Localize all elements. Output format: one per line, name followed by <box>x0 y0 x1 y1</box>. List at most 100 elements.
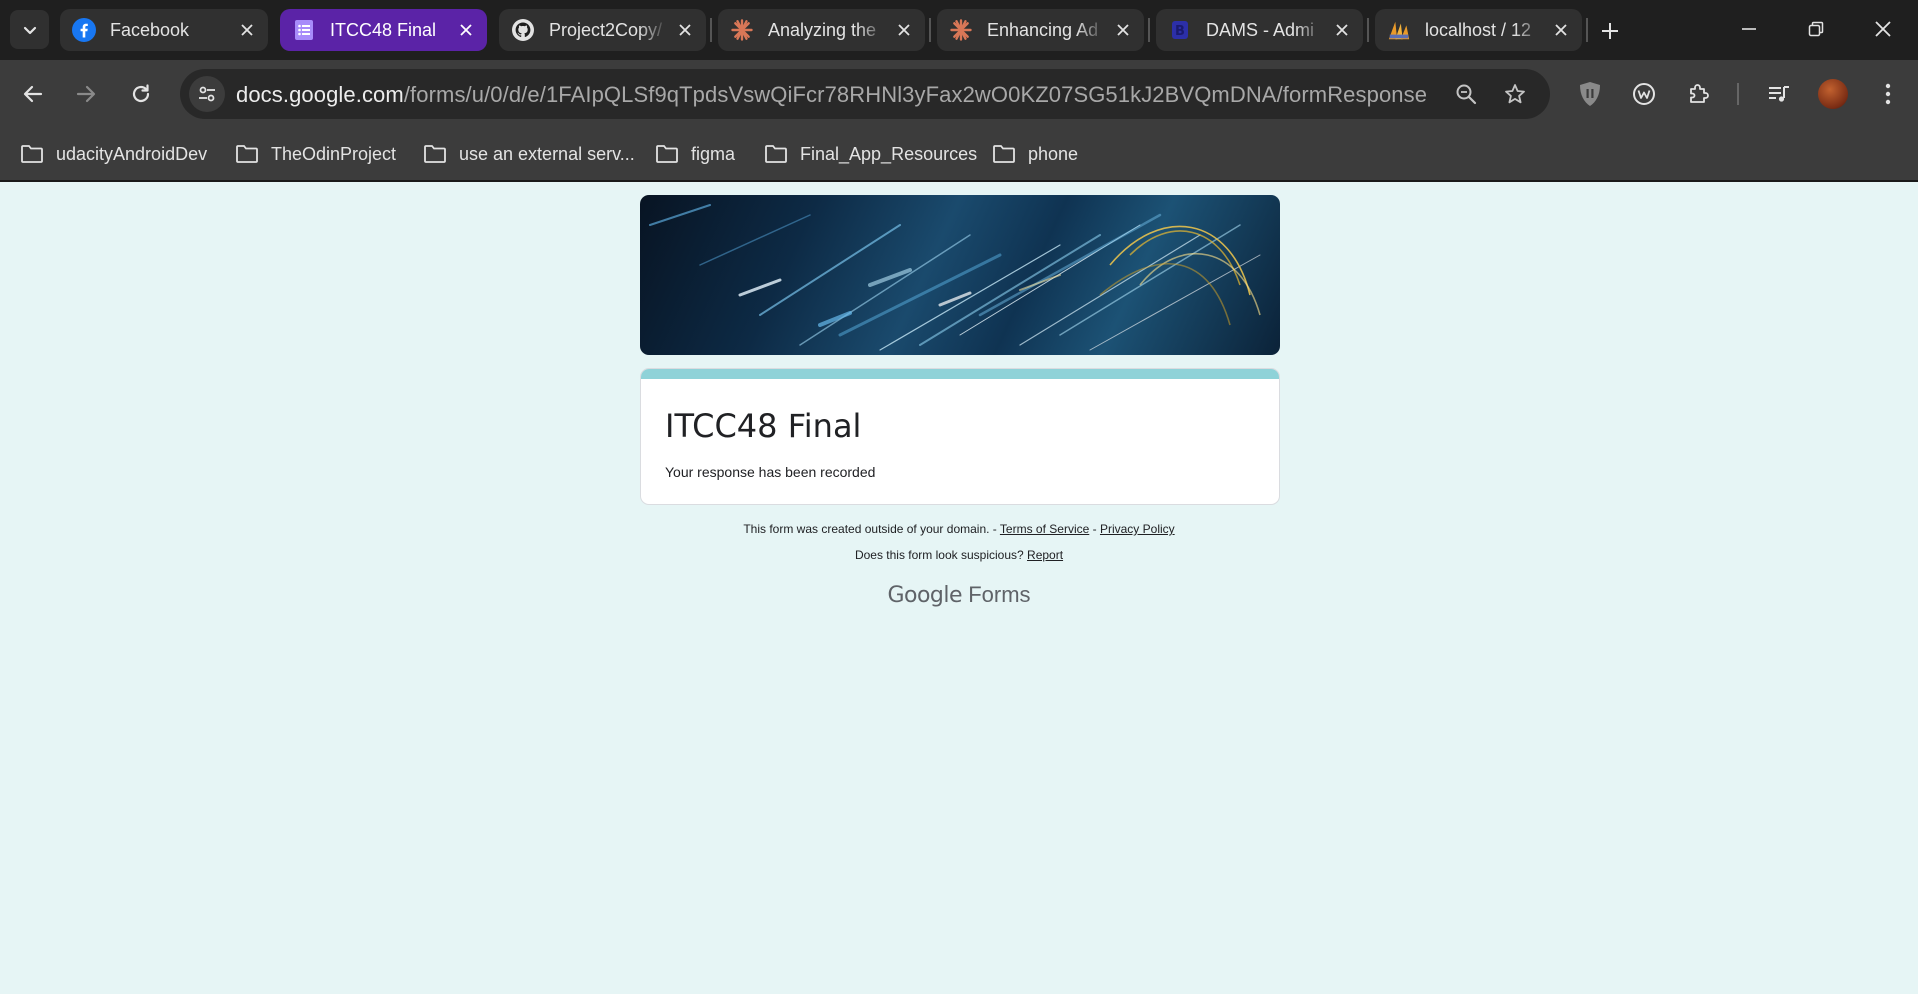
tab-separator <box>929 18 931 42</box>
tab-itcc48-final[interactable]: ITCC48 Final <box>280 9 487 51</box>
menu-button[interactable] <box>1870 76 1906 112</box>
back-button[interactable] <box>13 74 53 114</box>
close-icon[interactable] <box>236 19 258 41</box>
tab-localhost[interactable]: localhost / 12 <box>1375 9 1582 51</box>
extensions-button[interactable] <box>1681 76 1717 112</box>
browser-chrome: Facebook ITCC48 Final Project2Copy/ Anal… <box>0 0 1918 182</box>
suspicious-notice: Does this form look suspicious? Report <box>0 548 1918 562</box>
suspicious-text: Does this form look suspicious? <box>854 548 1024 562</box>
plus-icon <box>1602 23 1618 39</box>
tab-enhancing[interactable]: Enhancing Ad <box>937 9 1144 51</box>
zoom-out-icon <box>1456 84 1477 105</box>
terms-of-service-link[interactable]: Terms of Service <box>1000 522 1089 536</box>
footer-separator: - <box>1092 522 1097 536</box>
reload-button[interactable] <box>121 74 161 114</box>
star-icon <box>1505 84 1525 104</box>
tab-strip: Facebook ITCC48 Final Project2Copy/ Anal… <box>0 0 1918 60</box>
phpmyadmin-icon <box>1387 18 1411 42</box>
forms-wordmark: Forms <box>968 582 1031 607</box>
folder-icon <box>235 144 259 164</box>
zoom-button[interactable] <box>1452 80 1480 108</box>
report-link[interactable]: Report <box>1027 548 1063 562</box>
form-title: ITCC48 Final <box>665 407 862 445</box>
close-icon <box>1875 21 1891 37</box>
media-controls-button[interactable] <box>1761 76 1797 112</box>
bookmark-label: phone <box>1028 143 1079 164</box>
facebook-icon <box>72 18 96 42</box>
bookmark-label: use an external serv... <box>459 143 635 164</box>
domain-notice: This form was created outside of your do… <box>0 522 1918 536</box>
svg-text:B: B <box>1175 24 1185 39</box>
tab-separator <box>710 18 712 42</box>
close-icon[interactable] <box>1331 19 1353 41</box>
form-header-image <box>640 195 1280 355</box>
site-info-button[interactable] <box>189 76 225 112</box>
folder-icon <box>764 144 788 164</box>
google-wordmark: Google <box>887 583 963 608</box>
tab-title: Project2Copy/ <box>549 19 663 40</box>
bookmark-folder-theodinproject[interactable]: TheOdinProject <box>235 139 396 169</box>
queue-music-icon <box>1769 86 1789 102</box>
tab-title: Enhancing Ad <box>987 19 1099 40</box>
bookmark-folder-external-service[interactable]: use an external serv... <box>423 139 635 169</box>
more-vert-icon <box>1885 83 1891 105</box>
minimize-button[interactable] <box>1716 0 1782 58</box>
puzzle-icon <box>1690 84 1709 103</box>
confirmation-message: Your response has been recorded <box>665 464 876 480</box>
close-icon[interactable] <box>1550 19 1572 41</box>
address-bar[interactable]: docs.google.com/forms/u/0/d/e/1FAIpQLSf9… <box>180 69 1550 119</box>
close-icon[interactable] <box>893 19 915 41</box>
google-forms-logo[interactable]: Google Forms <box>0 582 1918 608</box>
close-icon[interactable] <box>674 19 696 41</box>
tab-title: Analyzing the <box>768 19 877 40</box>
card-accent-bar <box>641 369 1279 379</box>
arrow-right-icon <box>76 85 96 103</box>
form-page: ITCC48 Final Your response has been reco… <box>0 182 1918 994</box>
forward-button[interactable] <box>66 74 106 114</box>
github-icon <box>511 18 535 42</box>
folder-icon <box>423 144 447 164</box>
bookmark-label: Final_App_Resources <box>800 143 978 164</box>
tab-facebook[interactable]: Facebook <box>60 9 268 51</box>
tab-separator <box>1586 18 1588 42</box>
folder-icon <box>655 144 679 164</box>
bookmark-folder-phone[interactable]: phone <box>992 139 1078 169</box>
claude-icon <box>730 18 754 42</box>
folder-icon <box>20 144 44 164</box>
bookmark-star-button[interactable] <box>1501 80 1529 108</box>
bootstrap-icon: B <box>1168 18 1192 42</box>
arrow-left-icon <box>23 85 43 103</box>
wappalyzer-extension[interactable] <box>1626 76 1662 112</box>
w-logo-icon <box>1633 83 1655 105</box>
shield-icon <box>1580 82 1600 106</box>
new-tab-button[interactable] <box>1592 13 1628 49</box>
tab-project2copy[interactable]: Project2Copy/ <box>499 9 706 51</box>
tab-dams-admin[interactable]: B DAMS - Admi <box>1156 9 1363 51</box>
form-confirmation-card: ITCC48 Final Your response has been reco… <box>640 368 1280 505</box>
tab-analyzing[interactable]: Analyzing the <box>718 9 925 51</box>
bookmark-label: figma <box>691 143 736 164</box>
tab-title: ITCC48 Final <box>330 19 437 40</box>
browser-toolbar: docs.google.com/forms/u/0/d/e/1FAIpQLSf9… <box>0 60 1918 128</box>
close-icon[interactable] <box>1112 19 1134 41</box>
bookmark-label: udacityAndroidDev <box>56 143 208 164</box>
toolbar-separator <box>1737 83 1739 105</box>
url-host: docs.google.com <box>236 82 404 107</box>
privacy-policy-link[interactable]: Privacy Policy <box>1100 522 1175 536</box>
close-icon[interactable] <box>455 19 477 41</box>
bookmark-folder-udacityandroiddev[interactable]: udacityAndroidDev <box>20 139 207 169</box>
tab-search-button[interactable] <box>10 10 49 49</box>
url-path: /forms/u/0/d/e/1FAIpQLSf9qTpdsVswQiFcr78… <box>403 82 1428 107</box>
tab-title: localhost / 12 <box>1425 19 1532 40</box>
bookmark-folder-figma[interactable]: figma <box>655 139 735 169</box>
ublock-extension[interactable] <box>1572 76 1608 112</box>
close-window-button[interactable] <box>1850 0 1916 58</box>
url-text[interactable]: docs.google.com/forms/u/0/d/e/1FAIpQLSf9… <box>236 82 1427 108</box>
restore-button[interactable] <box>1783 0 1849 58</box>
profile-avatar[interactable] <box>1818 79 1848 109</box>
google-forms-icon <box>292 18 316 42</box>
bookmark-folder-final-app-resources[interactable]: Final_App_Resources <box>764 139 977 169</box>
restore-icon <box>1808 21 1824 37</box>
claude-icon <box>949 18 973 42</box>
folder-icon <box>992 144 1016 164</box>
